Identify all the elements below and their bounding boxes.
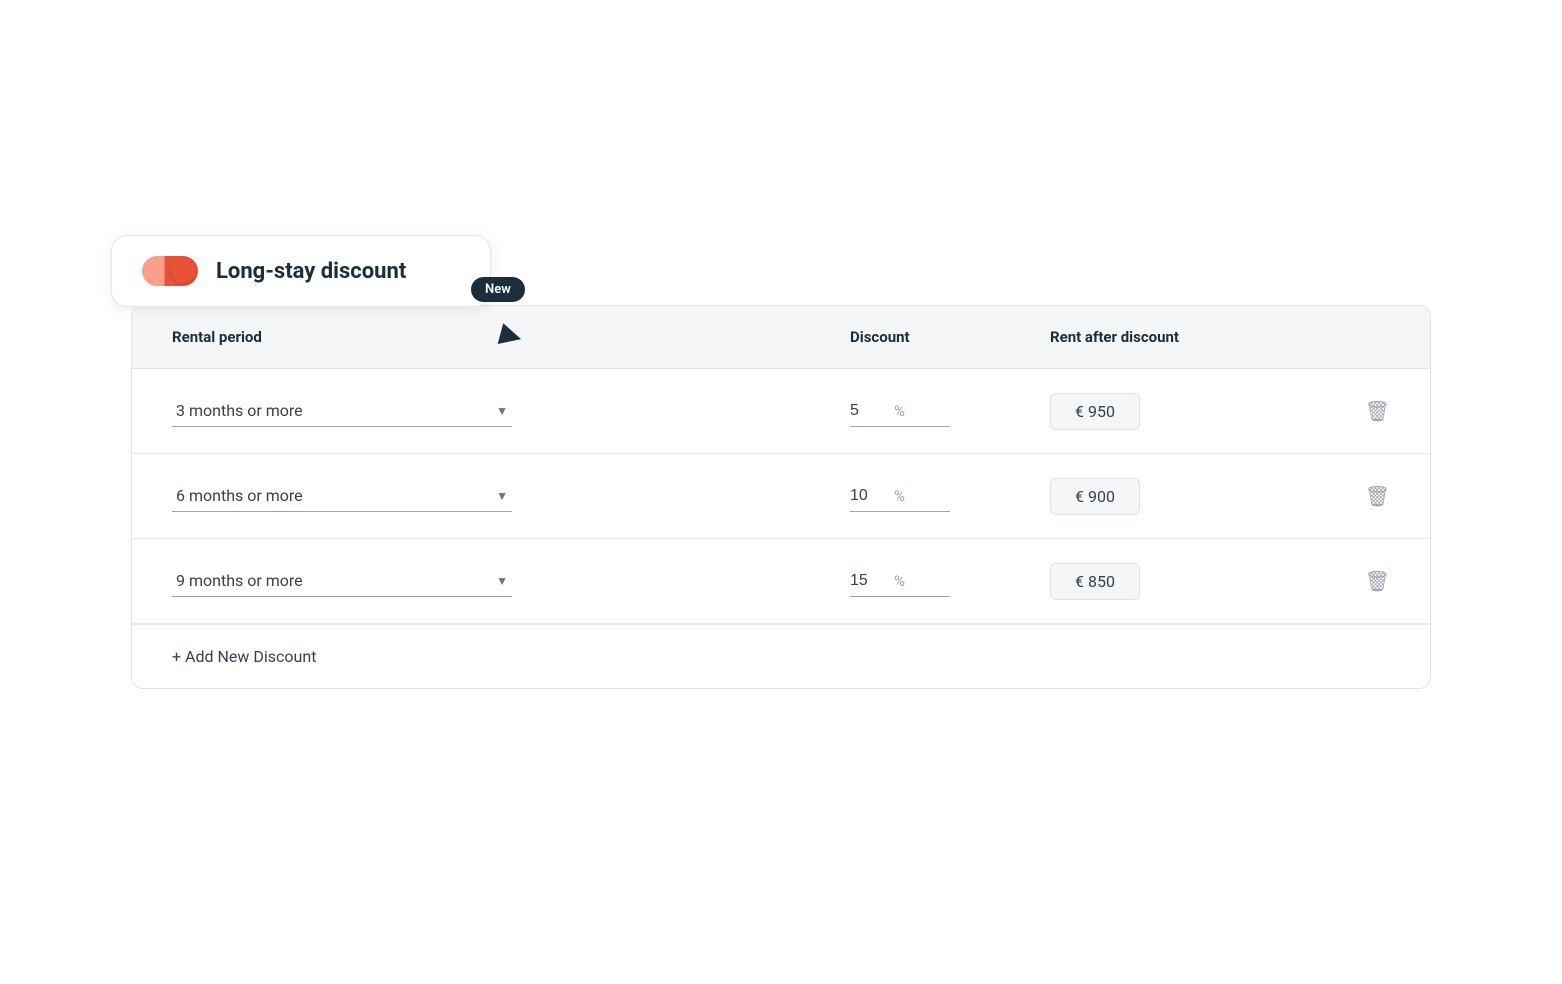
table-row: 6 months or more ▼ % € 900 🗑 <box>132 454 1430 539</box>
discount-input-3[interactable] <box>850 572 890 590</box>
rent-display-2: € 900 <box>1050 478 1310 515</box>
toggle-label: Long-stay discount <box>216 259 406 284</box>
table-row: 9 months or more ▼ % € 850 🗑 <box>132 539 1430 624</box>
header-rent: Rent after discount <box>1050 328 1310 346</box>
period-value-1: 3 months or more <box>176 401 488 420</box>
chevron-down-icon-1: ▼ <box>496 404 508 418</box>
delete-row-1[interactable]: 🗑 <box>1310 399 1390 423</box>
chevron-down-icon-3: ▼ <box>496 574 508 588</box>
long-stay-discount-card: Long-stay discount <box>111 235 491 307</box>
period-dropdown-1[interactable]: 3 months or more ▼ <box>172 395 512 427</box>
period-value-2: 6 months or more <box>176 486 488 505</box>
period-dropdown-2[interactable]: 6 months or more ▼ <box>172 480 512 512</box>
rent-display-1: € 950 <box>1050 393 1310 430</box>
discount-input-2[interactable] <box>850 487 890 505</box>
delete-row-3[interactable]: 🗑 <box>1310 569 1390 593</box>
trash-icon-3: 🗑 <box>1365 569 1390 593</box>
discount-input-1[interactable] <box>850 402 890 420</box>
delete-row-2[interactable]: 🗑 <box>1310 484 1390 508</box>
percent-symbol-3: % <box>894 572 905 590</box>
discount-field-2: % <box>850 481 950 512</box>
discount-field-3: % <box>850 566 950 597</box>
new-badge: New <box>471 277 525 302</box>
header-actions <box>1310 328 1390 346</box>
discount-field-1: % <box>850 396 950 427</box>
add-discount-row: + Add New Discount <box>132 624 1430 688</box>
discount-table-panel: Rental period Discount Rent after discou… <box>131 305 1431 689</box>
rent-value-2: € 900 <box>1050 478 1140 515</box>
table-row: 3 months or more ▼ % € 950 🗑 <box>132 369 1430 454</box>
rent-display-3: € 850 <box>1050 563 1310 600</box>
header-discount: Discount <box>850 328 1050 346</box>
add-new-discount-button[interactable]: + Add New Discount <box>172 647 316 666</box>
rent-value-3: € 850 <box>1050 563 1140 600</box>
period-dropdown-3[interactable]: 9 months or more ▼ <box>172 565 512 597</box>
chevron-down-icon-2: ▼ <box>496 489 508 503</box>
trash-icon-2: 🗑 <box>1365 484 1390 508</box>
table-header: Rental period Discount Rent after discou… <box>132 306 1430 369</box>
percent-symbol-1: % <box>894 402 905 420</box>
rent-value-1: € 950 <box>1050 393 1140 430</box>
percent-symbol-2: % <box>894 487 905 505</box>
period-value-3: 9 months or more <box>176 571 488 590</box>
long-stay-toggle[interactable] <box>142 256 198 286</box>
trash-icon-1: 🗑 <box>1365 399 1390 423</box>
